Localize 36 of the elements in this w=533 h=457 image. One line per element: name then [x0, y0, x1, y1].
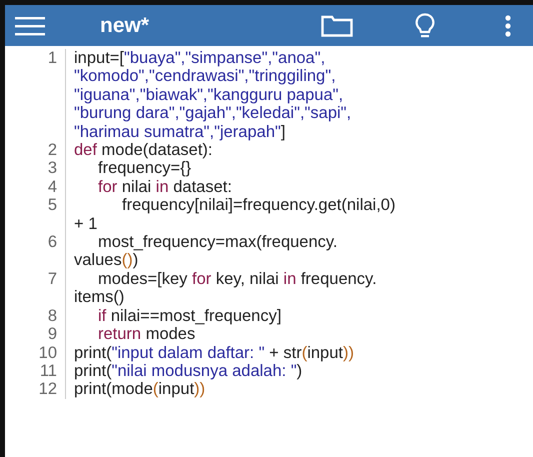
line-number: 1: [5, 49, 66, 142]
line-number: 12: [5, 380, 66, 399]
code-text: if nilai==most_frequency]: [98, 306, 282, 325]
code-text: frequency[nilai]=frequency.get(nilai,0): [122, 196, 396, 214]
lightbulb-icon[interactable]: [415, 12, 435, 38]
code-text: modes=[key for key, nilai in frequency.: [98, 270, 377, 288]
line-number: 5: [5, 196, 66, 234]
code-text: most_frequency=max(frequency.: [98, 233, 338, 252]
file-title: new*: [100, 14, 150, 38]
code-text: "komodo","cendrawasi","tringgiling",: [74, 67, 336, 86]
code-text: print(mode(input)): [74, 380, 206, 398]
more-options-icon[interactable]: [505, 14, 511, 36]
line-number: 9: [5, 325, 66, 344]
folder-icon[interactable]: [321, 14, 353, 36]
line-number: 11: [5, 362, 66, 380]
line-number: 10: [5, 344, 66, 362]
code-text: values()): [74, 251, 138, 270]
code-text: return modes: [98, 325, 196, 344]
code-text: "burung dara","gajah","keledai","sapi",: [74, 104, 352, 122]
menu-icon[interactable]: [15, 16, 45, 36]
line-number: 4: [5, 178, 66, 196]
code-text: "iguana","biawak","kangguru papua",: [74, 86, 344, 104]
code-text: print("input dalam daftar: " + str(input)): [74, 344, 354, 362]
code-text: def mode(dataset):: [74, 141, 212, 160]
line-number: 7: [5, 270, 66, 307]
code-text: items(): [74, 288, 124, 306]
line-number: 8: [5, 306, 66, 326]
code-text: + 1: [74, 214, 98, 233]
code-text: input=["buaya","simpanse","anoa",: [74, 49, 326, 67]
code-text: frequency={}: [98, 159, 192, 178]
code-text: print("nilai modusnya adalah: "): [74, 362, 302, 380]
code-text: "harimau sumatra","jerapah"]: [74, 122, 286, 141]
line-number: 2: [5, 141, 66, 160]
code-text: for nilai in dataset:: [98, 178, 232, 196]
line-number: 6: [5, 233, 66, 270]
line-number: 3: [5, 159, 66, 178]
